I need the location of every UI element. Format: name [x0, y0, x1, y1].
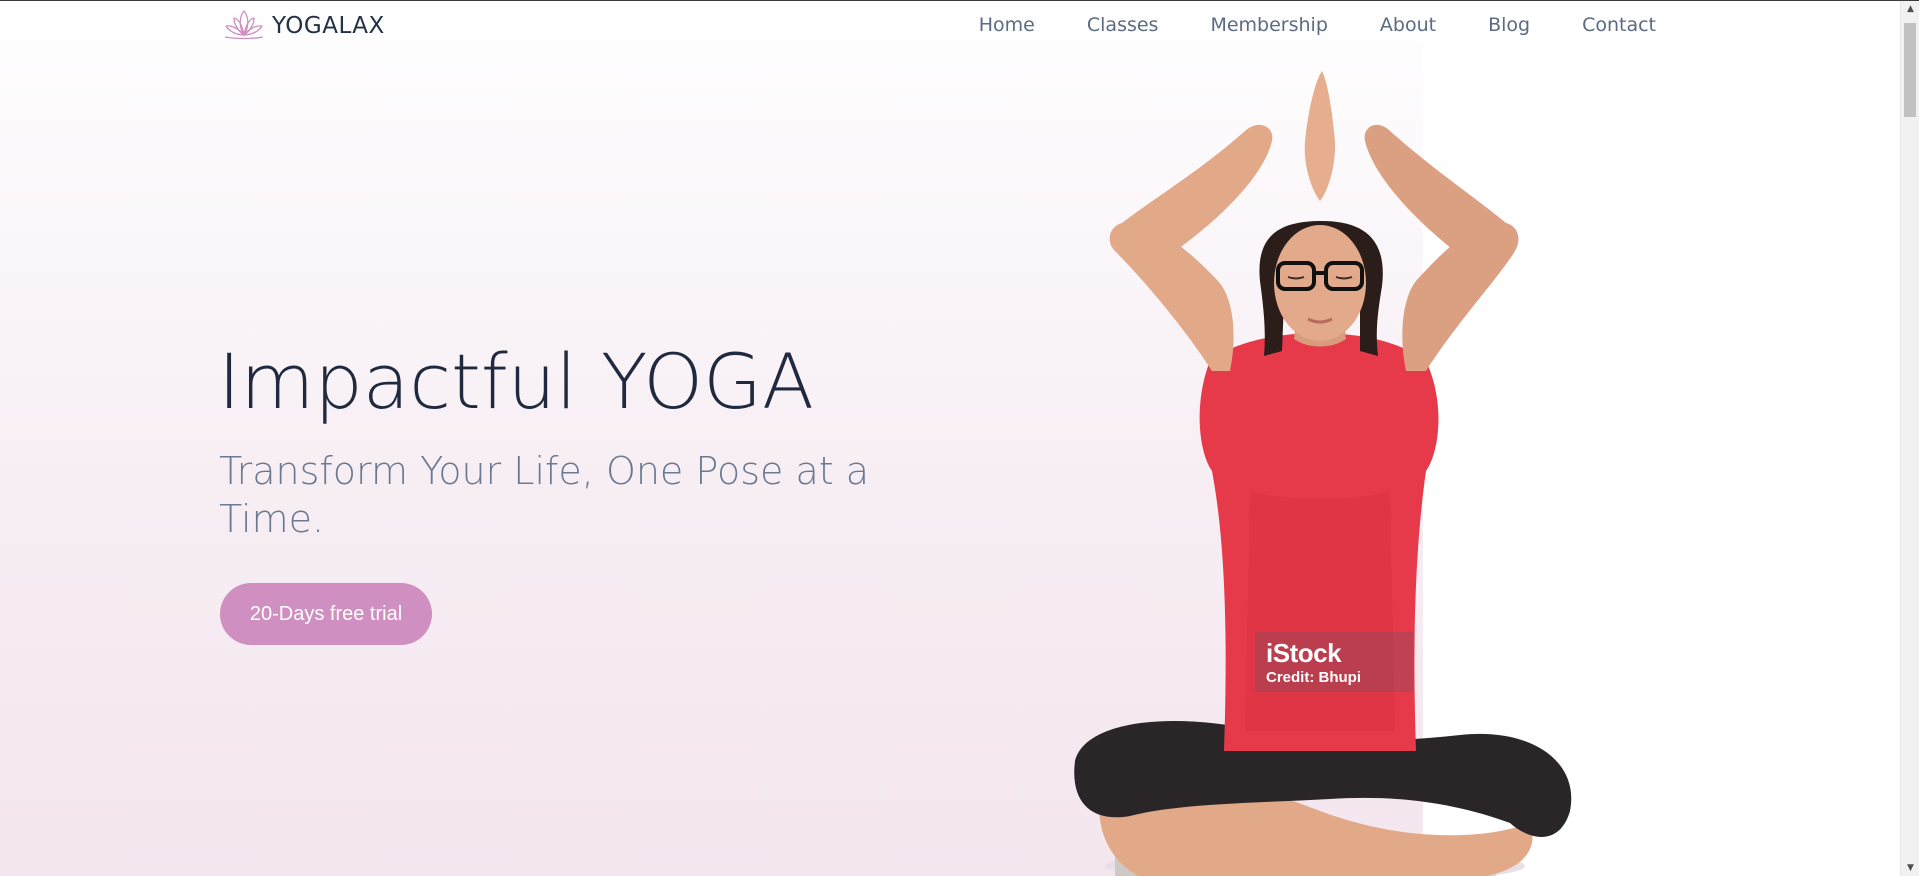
- nav-item-classes[interactable]: Classes: [1087, 13, 1159, 37]
- nav-item-about[interactable]: About: [1380, 13, 1436, 37]
- photo-credit: Credit: Bhupi: [1266, 669, 1361, 686]
- nav-item-home[interactable]: Home: [979, 13, 1035, 37]
- hero-title: Impactful YOGA: [218, 337, 815, 426]
- scroll-up-arrow-icon[interactable]: ▲: [1901, 1, 1919, 18]
- page: YOGALAX Home Classes Membership About Bl…: [0, 0, 1919, 876]
- hero-section: YOGALAX Home Classes Membership About Bl…: [0, 1, 1900, 876]
- nav-item-contact[interactable]: Contact: [1582, 13, 1656, 37]
- istock-logo-text: iStock: [1266, 638, 1342, 668]
- brand-logo-link[interactable]: YOGALAX: [221, 9, 385, 43]
- free-trial-button[interactable]: 20-Days free trial: [220, 583, 432, 645]
- istock-watermark: iStock Credit: Bhupi: [1255, 632, 1413, 692]
- nav-item-blog[interactable]: Blog: [1488, 13, 1530, 37]
- nav-item-membership[interactable]: Membership: [1210, 13, 1327, 37]
- brand-name: YOGALAX: [272, 13, 385, 39]
- scroll-down-arrow-icon[interactable]: ▼: [1901, 860, 1919, 876]
- vertical-scrollbar[interactable]: ▲ ▼: [1900, 1, 1919, 876]
- lotus-icon: [221, 7, 267, 46]
- scrollbar-thumb[interactable]: [1904, 23, 1916, 117]
- navbar: YOGALAX Home Classes Membership About Bl…: [0, 1, 1900, 51]
- nav-menu: Home Classes Membership About Blog Conta…: [927, 13, 1656, 37]
- hero-yoga-photo: [1074, 71, 1572, 876]
- hero-subtitle: Transform Your Life, One Pose at a Time.: [219, 449, 870, 541]
